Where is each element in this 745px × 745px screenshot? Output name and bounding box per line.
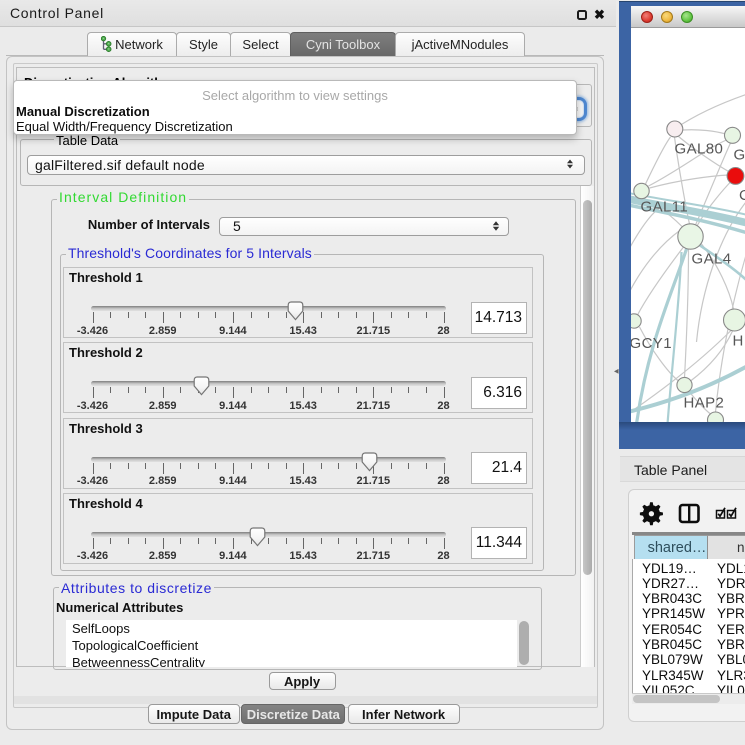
svg-text:GAL4: GAL4	[692, 251, 732, 268]
svg-text:CY: CY	[739, 187, 745, 204]
svg-text:HAP2: HAP2	[684, 395, 725, 412]
svg-text:GCY1: GCY1	[631, 335, 672, 352]
svg-text:GA: GA	[734, 147, 745, 164]
svg-text:GAL80: GAL80	[675, 141, 724, 158]
svg-text:GAL11: GAL11	[641, 199, 689, 216]
svg-text:HI: HI	[733, 333, 745, 350]
